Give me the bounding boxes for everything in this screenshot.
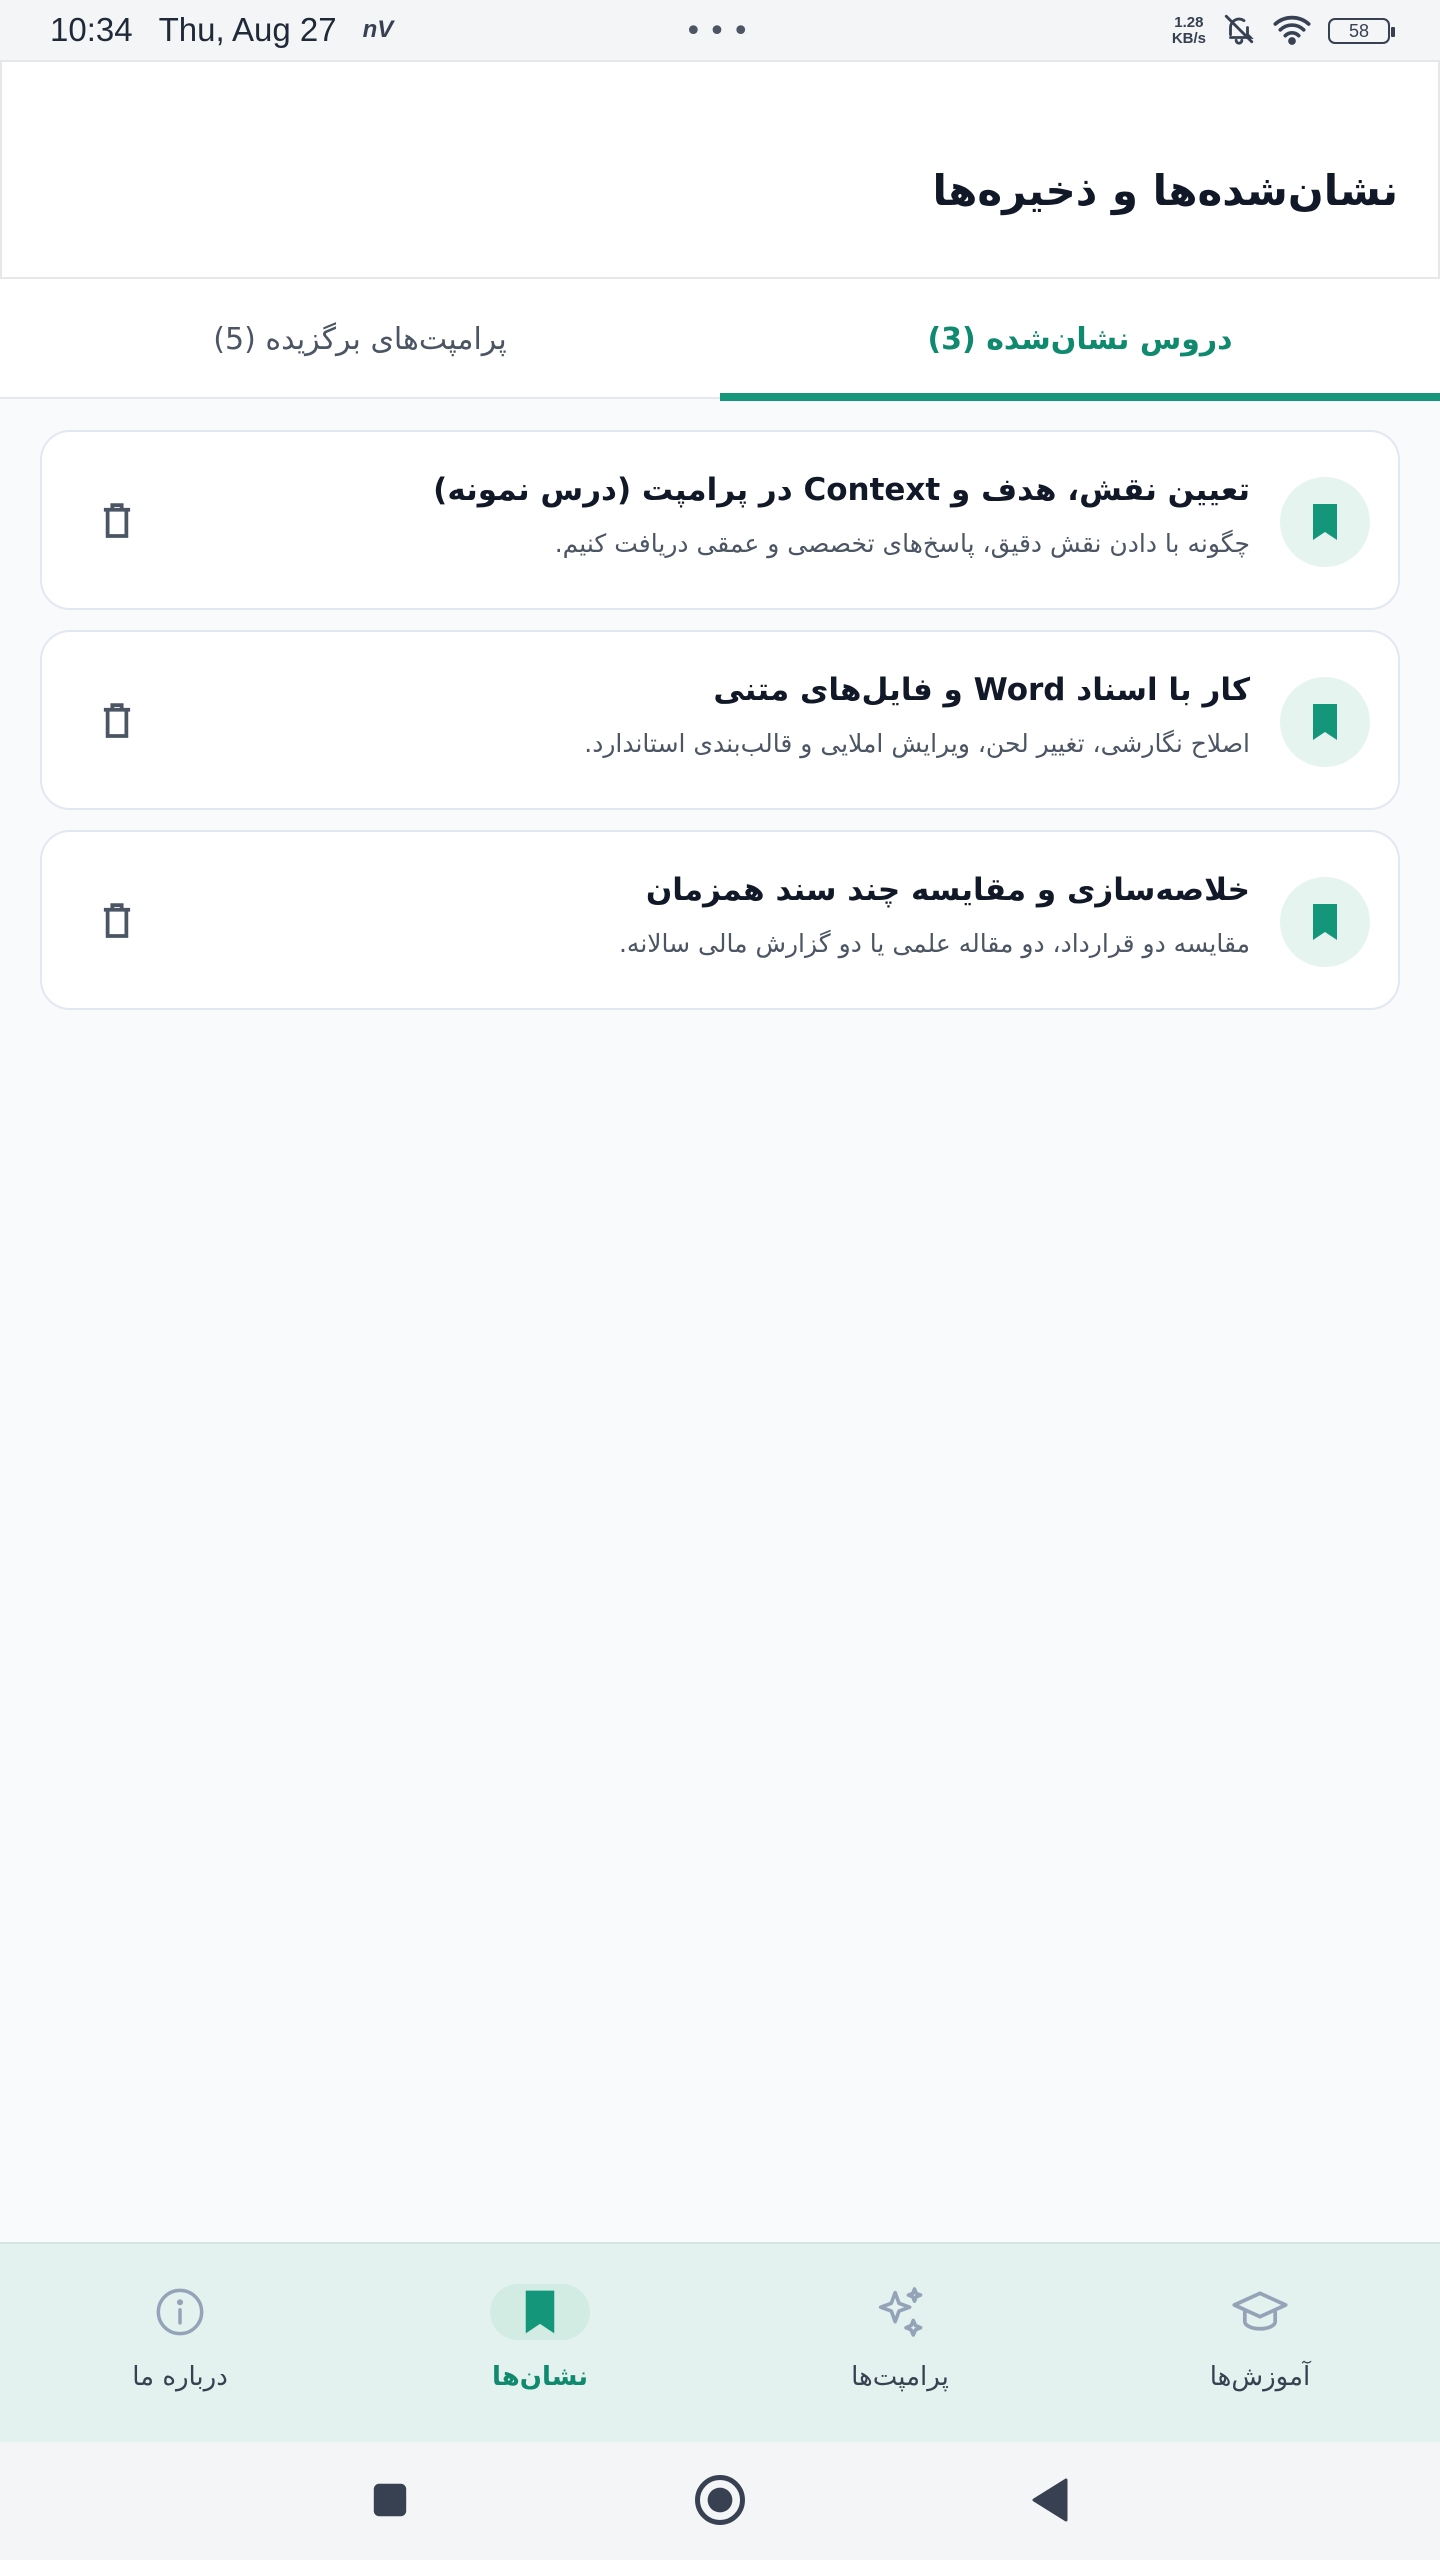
tab-bar: دروس نشان‌شده (3) پرامپت‌های برگزیده (5) — [0, 279, 1440, 401]
list-item-title: تعیین نقش، هدف و Context در پرامپت (درس … — [433, 472, 1250, 508]
status-bar: 10:34 Thu, Aug 27 nV ••• 1.28 KB/s 58 — [0, 0, 1440, 60]
bookmark-icon — [1280, 477, 1370, 567]
bookmark-icon — [1280, 877, 1370, 967]
nav-item-about[interactable]: درباره ما — [0, 2244, 360, 2444]
list-item-text: خلاصه‌سازی و مقایسه چند سند همزمان مقایس… — [200, 868, 1250, 960]
tab-favorite-prompts[interactable]: پرامپت‌های برگزیده (5) — [0, 279, 720, 399]
nav-item-bookmarks[interactable]: نشان‌ها — [360, 2244, 720, 2444]
carrier-icon: nV — [362, 16, 394, 43]
info-icon — [130, 2284, 230, 2340]
sparkles-icon — [850, 2284, 950, 2340]
status-right: 1.28 KB/s 58 — [1172, 12, 1395, 50]
app-header: نشان‌شده‌ها و ذخیره‌ها — [0, 60, 1440, 279]
nav-label-about: درباره ما — [132, 2362, 228, 2392]
back-button[interactable] — [1022, 2474, 1078, 2530]
nav-item-courses[interactable]: آموزش‌ها — [1080, 2244, 1440, 2444]
trash-icon[interactable] — [92, 696, 142, 746]
status-time: 10:34 — [50, 11, 133, 48]
network-speed-unit: KB/s — [1171, 30, 1206, 47]
network-speed-value: 1.28 — [1174, 14, 1204, 31]
list-item-subtitle: چگونه با دادن نقش دقیق، پاسخ‌های تخصصی و… — [554, 529, 1250, 558]
list-item-subtitle: اصلاح نگارشی، تغییر لحن، ویرایش املایی و… — [584, 729, 1250, 758]
list-item[interactable]: تعیین نقش، هدف و Context در پرامپت (درس … — [40, 430, 1400, 610]
nav-label-bookmarks: نشان‌ها — [492, 2362, 588, 2392]
bookmark-icon — [490, 2284, 590, 2340]
list-item[interactable]: خلاصه‌سازی و مقایسه چند سند همزمان مقایس… — [40, 830, 1400, 1010]
bell-muted-icon — [1222, 12, 1256, 50]
network-speed: 1.28 KB/s — [1172, 15, 1206, 47]
status-left: 10:34 Thu, Aug 27 nV — [50, 11, 393, 49]
status-dots: ••• — [684, 14, 756, 49]
home-circle-icon — [693, 2473, 747, 2531]
battery-icon: 58 — [1328, 18, 1395, 44]
graduation-cap-icon — [1210, 2284, 1310, 2340]
list-item-text: کار با اسناد Word و فایل‌های متنی اصلاح … — [200, 668, 1250, 760]
system-navigation-bar — [0, 2442, 1440, 2560]
bookmark-icon — [1280, 677, 1370, 767]
nav-label-prompts: پرامپت‌ها — [851, 2362, 949, 2392]
wifi-icon — [1272, 12, 1312, 50]
bottom-navigation: آموزش‌ها پرامپت‌ها نشان‌ها درباره ما — [0, 2242, 1440, 2442]
status-date: Thu, Aug 27 — [158, 11, 337, 48]
nav-item-prompts[interactable]: پرامپت‌ها — [720, 2244, 1080, 2444]
back-triangle-icon — [1030, 2478, 1070, 2526]
nav-label-courses: آموزش‌ها — [1209, 2362, 1311, 2392]
square-icon — [372, 2482, 408, 2522]
page-title: نشان‌شده‌ها و ذخیره‌ها — [932, 166, 1398, 215]
list-item-title: کار با اسناد Word و فایل‌های متنی — [713, 672, 1250, 708]
recent-apps-button[interactable] — [362, 2474, 418, 2530]
bookmark-list: تعیین نقش، هدف و Context در پرامپت (درس … — [40, 430, 1400, 1030]
list-item[interactable]: کار با اسناد Word و فایل‌های متنی اصلاح … — [40, 630, 1400, 810]
home-button[interactable] — [692, 2474, 748, 2530]
trash-icon[interactable] — [92, 496, 142, 546]
list-item-subtitle: مقایسه دو قرارداد، دو مقاله علمی یا دو گ… — [618, 929, 1250, 958]
list-item-title: خلاصه‌سازی و مقایسه چند سند همزمان — [645, 872, 1250, 908]
tab-bookmarked-lessons[interactable]: دروس نشان‌شده (3) — [720, 279, 1440, 401]
list-item-text: تعیین نقش، هدف و Context در پرامپت (درس … — [200, 468, 1250, 560]
trash-icon[interactable] — [92, 896, 142, 946]
